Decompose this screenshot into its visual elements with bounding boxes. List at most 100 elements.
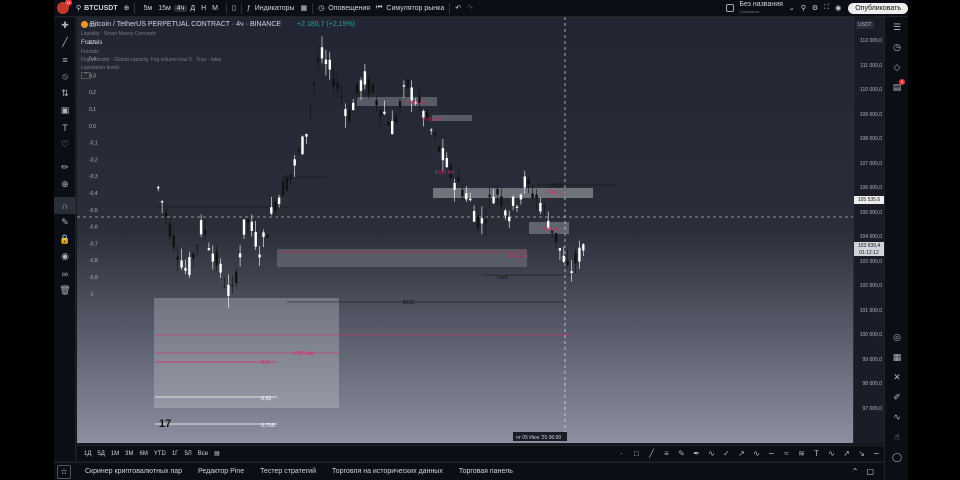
tab-crypto-screener[interactable]: Скринер криптовалютных пар — [77, 468, 190, 475]
fib-icon[interactable]: ≡ — [54, 51, 76, 68]
range-ytd[interactable]: YTD — [151, 451, 169, 457]
candle-body — [504, 210, 507, 216]
bell-icon[interactable]: ☝ — [885, 427, 908, 447]
price-axis[interactable]: USDT 112 000,0 111 000,0 110 000,0 109 000,… — [853, 17, 884, 443]
candle-body — [441, 148, 445, 161]
ideas-icon[interactable]: ✐ — [885, 387, 908, 407]
candle-body — [270, 207, 273, 214]
timeframe-w[interactable]: Н — [198, 5, 209, 12]
marker-tool-icon[interactable]: ✓ — [719, 449, 734, 458]
zigzag-tool-icon[interactable]: ∿ — [749, 449, 764, 458]
legend-indicator-fractals[interactable]: Fractals — [81, 38, 355, 48]
signals-icon[interactable]: ∿ — [885, 407, 908, 427]
templates-button[interactable]: ▦ — [298, 0, 311, 17]
indicators-button[interactable]: ƒ Индикаторы — [244, 0, 298, 17]
layers-icon[interactable]: ◇ — [885, 57, 908, 77]
settings-button[interactable]: ⚙ — [809, 0, 821, 17]
search-button[interactable]: ⚲ — [798, 0, 809, 17]
redo-button[interactable]: ↷ — [464, 0, 476, 17]
rect-tool-icon[interactable]: □ — [629, 449, 644, 458]
range-5d[interactable]: 5Д — [94, 451, 107, 457]
undo-button[interactable]: ↶ — [452, 0, 464, 17]
trash-icon[interactable]: 🗑 — [54, 282, 76, 299]
tab-strategy-tester[interactable]: Тестер стратегий — [252, 468, 324, 475]
calendar-icon[interactable]: ▦ — [885, 347, 908, 367]
collapse-icon[interactable]: ⌃ — [852, 467, 859, 476]
polyline-tool-icon[interactable]: ∽ — [764, 449, 779, 458]
wave-tool-icon[interactable]: ≈ — [779, 449, 794, 458]
legend-collapse-button[interactable]: ^ — [81, 72, 91, 79]
chart-pane[interactable]: 0,6 0,5 0,4 0,3 0,2 0,1 0,0 -0,1 -0,2 -0,3 -0,4 -0,… — [77, 17, 853, 443]
zigzag2-tool-icon[interactable]: ∿ — [824, 449, 839, 458]
watchlist-icon[interactable]: ☰ — [885, 17, 908, 37]
alerts-clock-icon[interactable]: ◷ — [885, 37, 908, 57]
fullscreen-button[interactable]: ⛶ — [821, 0, 832, 17]
publish-button[interactable]: Опубликовать — [848, 2, 908, 14]
star-icon[interactable]: ☆ — [57, 464, 71, 479]
timeframe-15m[interactable]: 15м — [155, 5, 174, 12]
pen-tool-icon[interactable]: ✒ — [689, 449, 704, 458]
range-all[interactable]: Все — [195, 451, 211, 457]
tab-replay-trading[interactable]: Торговля на исторических данных — [324, 468, 451, 475]
fvg-label: FVG 4h — [435, 170, 454, 176]
replay-button[interactable]: ⏮ Симулятор рынка — [373, 0, 447, 17]
eye-icon[interactable]: ◉ — [54, 248, 76, 265]
legend-indicator-fvg[interactable]: Fvg Indicator · Global capacity, Fvg vol… — [81, 56, 355, 64]
chat-icon[interactable]: ◯ — [885, 447, 908, 467]
timeframe-m[interactable]: М — [209, 5, 221, 12]
add-symbol-button[interactable]: ⊕ — [121, 0, 133, 17]
heart-icon[interactable]: ♡ — [54, 136, 76, 153]
lock-drawing-icon[interactable]: ✎ — [54, 214, 76, 231]
timeframe-d[interactable]: Д — [187, 5, 198, 12]
legend-indicator-liq[interactable]: Liquidation levels — [81, 64, 355, 72]
target-icon[interactable]: ◎ — [885, 327, 908, 347]
timeframe-5m[interactable]: 5м — [140, 5, 155, 12]
chart-type-button[interactable]: ▯ — [229, 0, 239, 17]
price-chart[interactable]: 0,60,50,40,30,20,10,0-0,1-0,2-0,3-0,4-0,… — [77, 17, 853, 443]
symbol-search-button[interactable]: ⚲ BTCUSDT — [73, 0, 121, 17]
tab-trading-panel[interactable]: Торговая панель — [451, 468, 521, 475]
range-1m[interactable]: 1М — [108, 451, 122, 457]
rise-tool-icon[interactable]: ↗ — [839, 449, 854, 458]
wave2-tool-icon[interactable]: ≋ — [794, 449, 809, 458]
arrow-tool-icon[interactable]: ↗ — [734, 449, 749, 458]
left-axis-label: 0,0 — [89, 124, 96, 130]
tab-pine-editor[interactable]: Редактор Pine — [190, 468, 252, 475]
candle-body — [258, 254, 261, 258]
trend-line-icon[interactable]: ╱ — [54, 34, 76, 51]
brush-tool-icon[interactable]: ✎ — [674, 449, 689, 458]
notifications-icon[interactable]: ▤ 1 — [885, 77, 908, 97]
line-tool-icon[interactable]: ╱ — [644, 449, 659, 458]
crosshair-icon[interactable]: ✚ — [54, 17, 76, 34]
user-avatar[interactable]: 11 — [57, 0, 72, 14]
currency-label[interactable]: USDT — [856, 21, 874, 29]
forecast-icon[interactable]: ⇅ — [54, 85, 76, 102]
calendar-range-icon[interactable]: ▤ — [211, 450, 223, 457]
range-5y[interactable]: 5Л — [181, 451, 194, 457]
gear-icon: ⚙ — [811, 5, 819, 12]
range-6m[interactable]: 6М — [137, 451, 151, 457]
path-tool-icon[interactable]: ∽ — [869, 449, 884, 458]
maximize-icon[interactable]: ▢ — [866, 467, 874, 476]
dot-icon[interactable]: · — [614, 449, 629, 458]
text-tool-icon[interactable]: T — [809, 449, 824, 458]
range-1y[interactable]: 1Г — [169, 451, 182, 457]
layout-menu[interactable]: Без названия Сохранить ⌄ — [723, 0, 797, 17]
magnet-icon[interactable]: ∩ — [54, 197, 76, 214]
hotlist-icon[interactable]: ✕ — [885, 367, 908, 387]
alerts-button[interactable]: ◷ Оповещения — [315, 0, 373, 17]
screenshot-button[interactable]: ◉ — [832, 0, 844, 17]
lock-icon[interactable]: 🔒 — [54, 231, 76, 248]
measure-icon[interactable]: ▣ — [54, 102, 76, 119]
ruler-icon[interactable]: ✏ — [54, 159, 76, 176]
zoom-icon[interactable]: ⊕ — [54, 176, 76, 193]
range-3m[interactable]: 3М — [122, 451, 136, 457]
ray-tool-icon[interactable]: ≡ — [659, 449, 674, 458]
timeframe-4h[interactable]: 4ч — [173, 4, 188, 12]
link-icon[interactable]: ∞ — [54, 265, 76, 282]
text-icon[interactable]: T — [54, 119, 76, 136]
range-1d[interactable]: 1Д — [81, 451, 94, 457]
pattern-icon[interactable]: ⦸ — [54, 68, 76, 85]
fall-tool-icon[interactable]: ↘ — [854, 449, 869, 458]
curve-tool-icon[interactable]: ∿ — [704, 449, 719, 458]
